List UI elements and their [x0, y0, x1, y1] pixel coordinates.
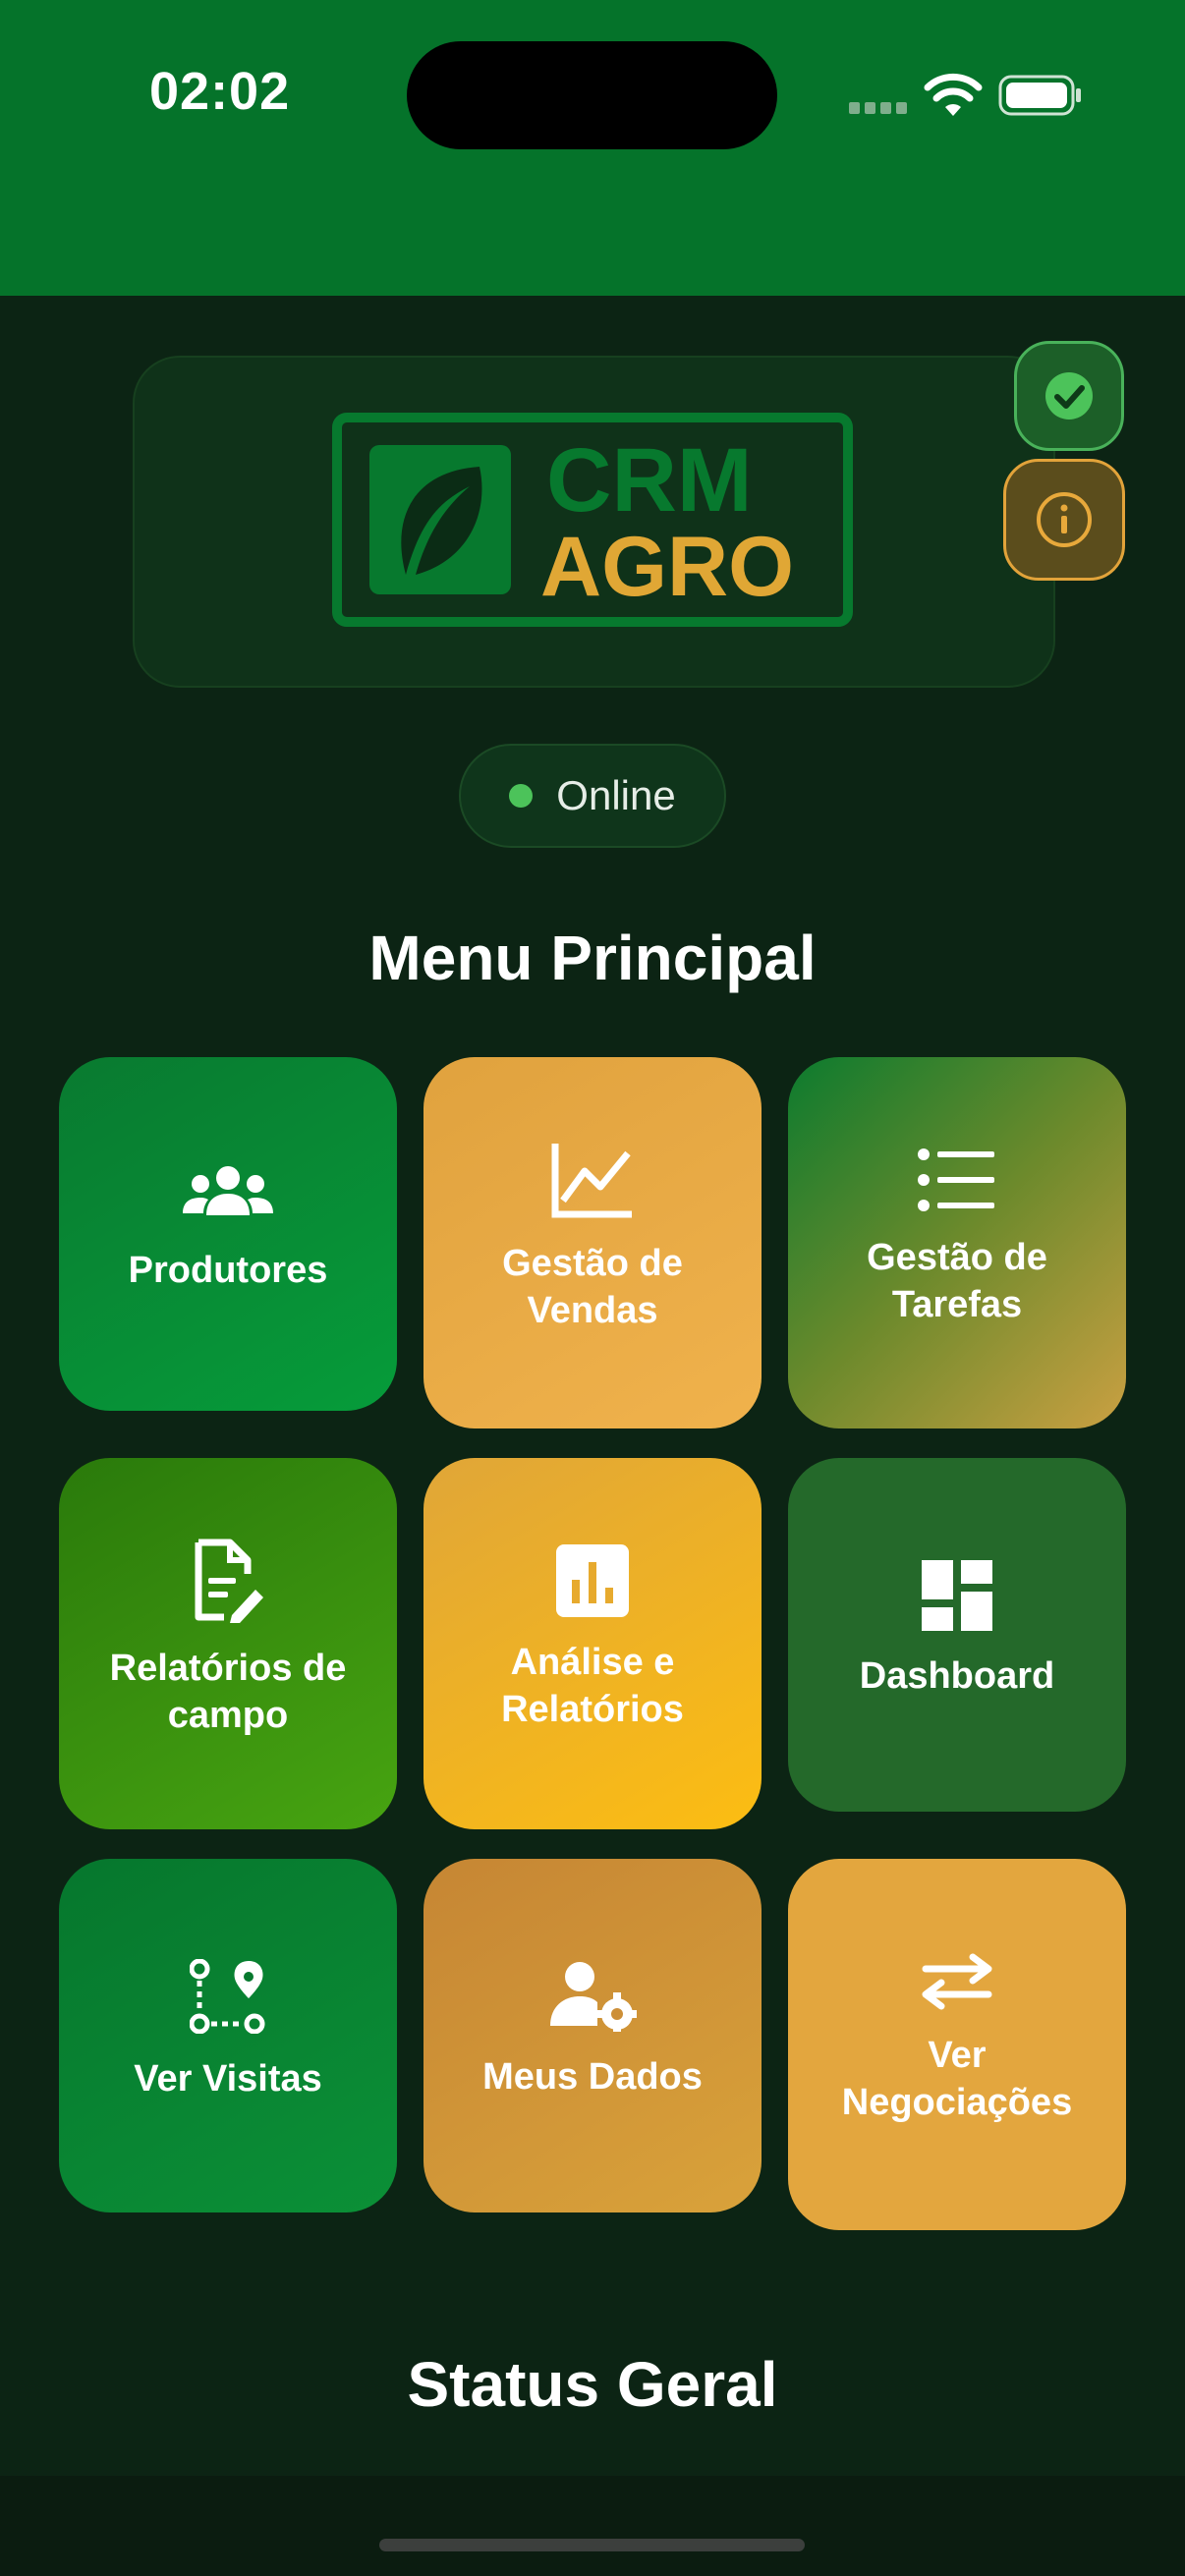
menu-item-label: Gestão de Tarefas — [867, 1237, 1047, 1325]
line-chart-icon — [551, 1144, 632, 1218]
swap-icon — [922, 1953, 992, 2010]
wifi-icon — [924, 73, 983, 116]
crm-agro-logo: CRM AGRO — [332, 413, 853, 627]
menu-item-label: Produtores — [128, 1250, 328, 1291]
status-section-title: Status Geral — [407, 2349, 778, 2420]
menu-item-dashboard[interactable]: Dashboard — [788, 1458, 1126, 1812]
menu-item-label: Ver Visitas — [134, 2058, 322, 2100]
menu-item-meus-dados[interactable]: Meus Dados — [423, 1859, 762, 2212]
svg-text:AGRO: AGRO — [540, 520, 794, 614]
bottom-safe-area — [0, 2476, 1185, 2576]
route-icon — [190, 1959, 265, 2034]
check-circle-icon — [1045, 372, 1093, 420]
document-edit-icon — [195, 1539, 263, 1623]
signal-icon — [849, 102, 907, 114]
status-bar: 02:02 — [0, 0, 1185, 296]
menu-item-ver-visitas[interactable]: Ver Visitas — [59, 1859, 397, 2212]
menu-item-label: Dashboard — [859, 1655, 1055, 1697]
menu-item-label: Relatórios de campo — [109, 1648, 347, 1736]
home-indicator[interactable] — [379, 2539, 805, 2551]
menu-item-label: Análise e Relatórios — [501, 1642, 684, 1730]
menu-item-gestao-tarefas[interactable]: Gestão de Tarefas — [788, 1057, 1126, 1428]
status-time: 02:02 — [149, 62, 291, 121]
menu-item-relatorios-campo[interactable]: Relatórios de campo — [59, 1458, 397, 1829]
sync-status-button[interactable] — [1014, 341, 1124, 451]
connection-status-text: Online — [556, 772, 676, 818]
user-settings-icon — [550, 1962, 637, 2032]
menu-item-label: Gestão de Vendas — [502, 1243, 683, 1331]
bar-chart-icon — [556, 1544, 629, 1617]
users-icon — [183, 1166, 273, 1215]
menu-item-ver-negociacoes[interactable]: Ver Negociações — [788, 1859, 1126, 2230]
online-indicator-dot — [509, 784, 534, 808]
menu-item-label: Meus Dados — [482, 2056, 703, 2098]
menu-item-analise-relatorios[interactable]: Análise e Relatórios — [423, 1458, 762, 1829]
menu-item-produtores[interactable]: Produtores — [59, 1057, 397, 1411]
info-icon — [1037, 492, 1092, 547]
info-button[interactable] — [1003, 459, 1125, 581]
menu-item-gestao-vendas[interactable]: Gestão de Vendas — [423, 1057, 762, 1428]
dashboard-icon — [922, 1560, 992, 1631]
menu-item-label: Ver Negociações — [841, 2035, 1073, 2123]
svg-text:CRM: CRM — [546, 430, 753, 531]
battery-icon — [998, 75, 1081, 116]
list-icon — [918, 1148, 994, 1211]
connection-status-badge: Online — [459, 744, 726, 848]
dynamic-island — [407, 41, 777, 149]
menu-title: Menu Principal — [368, 923, 817, 993]
